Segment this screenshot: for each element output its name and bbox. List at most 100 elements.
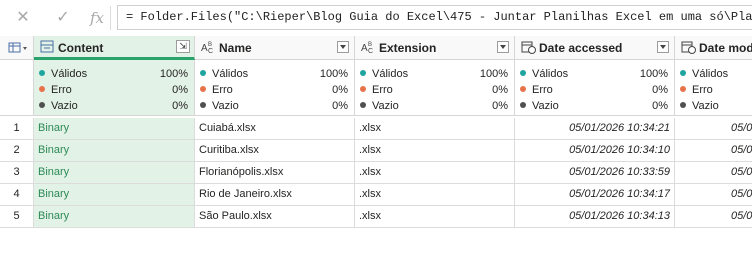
- name-cell[interactable]: Rio de Janeiro.xlsx: [195, 184, 355, 206]
- quality-empty: Vazio 0%: [520, 99, 668, 114]
- valid-dot-icon: [39, 70, 45, 76]
- name-cell[interactable]: São Paulo.xlsx: [195, 206, 355, 228]
- table-row[interactable]: 1 Binary Cuiabá.xlsx .xlsx 05/01/2026 10…: [0, 118, 752, 140]
- column-header-date-accessed[interactable]: Date accessed: [515, 36, 675, 60]
- column-header-content[interactable]: Content ⇲: [34, 36, 195, 60]
- date-modified-cell[interactable]: 05/0: [675, 140, 752, 162]
- content-cell[interactable]: Binary: [34, 118, 195, 140]
- error-dot-icon: [520, 86, 526, 92]
- date-modified-cell[interactable]: 05/0: [675, 184, 752, 206]
- quality-error: Erro 0%: [360, 83, 508, 98]
- text-type-icon: A C B: [361, 42, 373, 54]
- content-cell[interactable]: Binary: [34, 206, 195, 228]
- table-icon: [8, 42, 27, 53]
- column-quality: Válidos 100% Erro 0% Vazio 0%: [34, 60, 195, 116]
- svg-text:B: B: [208, 42, 212, 48]
- check-icon[interactable]: ✓: [54, 9, 72, 27]
- quality-error: Erro 0%: [39, 83, 188, 98]
- quality-valid: Válidos 100%: [520, 67, 668, 82]
- date-modified-cell[interactable]: 05/0: [675, 206, 752, 228]
- name-cell[interactable]: Cuiabá.xlsx: [195, 118, 355, 140]
- table-row[interactable]: 4 Binary Rio de Janeiro.xlsx .xlsx 05/01…: [0, 184, 752, 206]
- svg-text:C: C: [208, 48, 213, 54]
- quality-valid: Válidos: [680, 67, 752, 82]
- formula-input[interactable]: = Folder.Files("C:\Rieper\Blog Guia do E…: [117, 5, 752, 30]
- name-cell[interactable]: Florianópolis.xlsx: [195, 162, 355, 184]
- name-cell[interactable]: Curitiba.xlsx: [195, 140, 355, 162]
- quality-valid: Válidos 100%: [200, 67, 348, 82]
- row-number[interactable]: 3: [0, 162, 34, 184]
- fx-icon[interactable]: fx: [88, 9, 106, 27]
- error-dot-icon: [360, 86, 366, 92]
- empty-dot-icon: [200, 102, 206, 108]
- empty-dot-icon: [39, 102, 45, 108]
- row-number[interactable]: 2: [0, 140, 34, 162]
- datetime-type-icon: [521, 41, 536, 54]
- extension-cell[interactable]: .xlsx: [355, 140, 515, 162]
- row-number[interactable]: 5: [0, 206, 34, 228]
- quality-valid: Válidos 100%: [360, 67, 508, 82]
- quality-empty: Vazio: [680, 99, 752, 114]
- chevron-down-icon[interactable]: [657, 41, 669, 53]
- valid-dot-icon: [520, 70, 526, 76]
- date-accessed-cell[interactable]: 05/01/2026 10:34:17: [515, 184, 675, 206]
- error-dot-icon: [680, 86, 686, 92]
- quality-error: Erro 0%: [520, 83, 668, 98]
- error-dot-icon: [39, 86, 45, 92]
- column-title: Extension: [379, 41, 437, 55]
- date-accessed-cell[interactable]: 05/01/2026 10:34:21: [515, 118, 675, 140]
- date-modified-cell[interactable]: 05/0: [675, 162, 752, 184]
- text-type-icon: A C B: [201, 42, 213, 54]
- close-icon[interactable]: ✕: [14, 9, 32, 27]
- column-quality: Válidos 100% Erro 0% Vazio 0%: [195, 60, 355, 116]
- date-accessed-cell[interactable]: 05/01/2026 10:34:13: [515, 206, 675, 228]
- column-header-name[interactable]: A C B Name: [195, 36, 355, 60]
- valid-dot-icon: [200, 70, 206, 76]
- svg-text:A: A: [361, 43, 368, 54]
- chevron-down-icon[interactable]: [337, 41, 349, 53]
- quality-empty: Vazio 0%: [360, 99, 508, 114]
- row-number[interactable]: 1: [0, 118, 34, 140]
- quality-valid: Válidos 100%: [39, 67, 188, 82]
- empty-dot-icon: [520, 102, 526, 108]
- error-dot-icon: [200, 86, 206, 92]
- table-row[interactable]: 2 Binary Curitiba.xlsx .xlsx 05/01/2026 …: [0, 140, 752, 162]
- content-cell[interactable]: Binary: [34, 140, 195, 162]
- extension-cell[interactable]: .xlsx: [355, 184, 515, 206]
- formula-divider: [110, 6, 111, 30]
- row-number[interactable]: 4: [0, 184, 34, 206]
- quality-corner: [0, 60, 34, 116]
- extension-cell[interactable]: .xlsx: [355, 118, 515, 140]
- column-title: Content: [58, 41, 104, 55]
- extension-cell[interactable]: .xlsx: [355, 162, 515, 184]
- data-grid: Content ⇲ A C B Name A C B Extension Dat…: [0, 36, 752, 265]
- column-header-date-modified[interactable]: Date modi: [675, 36, 752, 60]
- quality-error: Erro 0%: [200, 83, 348, 98]
- svg-text:B: B: [368, 42, 372, 48]
- date-accessed-cell[interactable]: 05/01/2026 10:33:59: [515, 162, 675, 184]
- content-cell[interactable]: Binary: [34, 184, 195, 206]
- svg-text:A: A: [201, 43, 208, 54]
- table-icon: [40, 40, 54, 53]
- column-quality: Válidos 100% Erro 0% Vazio 0%: [515, 60, 675, 116]
- expand-icon[interactable]: ⇲: [176, 40, 190, 53]
- date-modified-cell[interactable]: 05/0: [675, 118, 752, 140]
- extension-cell[interactable]: .xlsx: [355, 206, 515, 228]
- table-menu-button[interactable]: [0, 36, 34, 60]
- column-header-extension[interactable]: A C B Extension: [355, 36, 515, 60]
- table-row[interactable]: 5 Binary São Paulo.xlsx .xlsx 05/01/2026…: [0, 206, 752, 228]
- empty-dot-icon: [360, 102, 366, 108]
- quality-error: Erro: [680, 83, 752, 98]
- empty-dot-icon: [680, 102, 686, 108]
- column-title: Date modi: [699, 41, 752, 55]
- formula-bar: ✕ ✓ fx = Folder.Files("C:\Rieper\Blog Gu…: [0, 0, 752, 37]
- content-cell[interactable]: Binary: [34, 162, 195, 184]
- date-accessed-cell[interactable]: 05/01/2026 10:34:10: [515, 140, 675, 162]
- column-quality: Válidos Erro Vazio: [675, 60, 752, 116]
- column-title: Date accessed: [539, 41, 623, 55]
- datetime-type-icon: [681, 41, 696, 54]
- table-row[interactable]: 3 Binary Florianópolis.xlsx .xlsx 05/01/…: [0, 162, 752, 184]
- column-quality: Válidos 100% Erro 0% Vazio 0%: [355, 60, 515, 116]
- chevron-down-icon[interactable]: [497, 41, 509, 53]
- column-title: Name: [219, 41, 252, 55]
